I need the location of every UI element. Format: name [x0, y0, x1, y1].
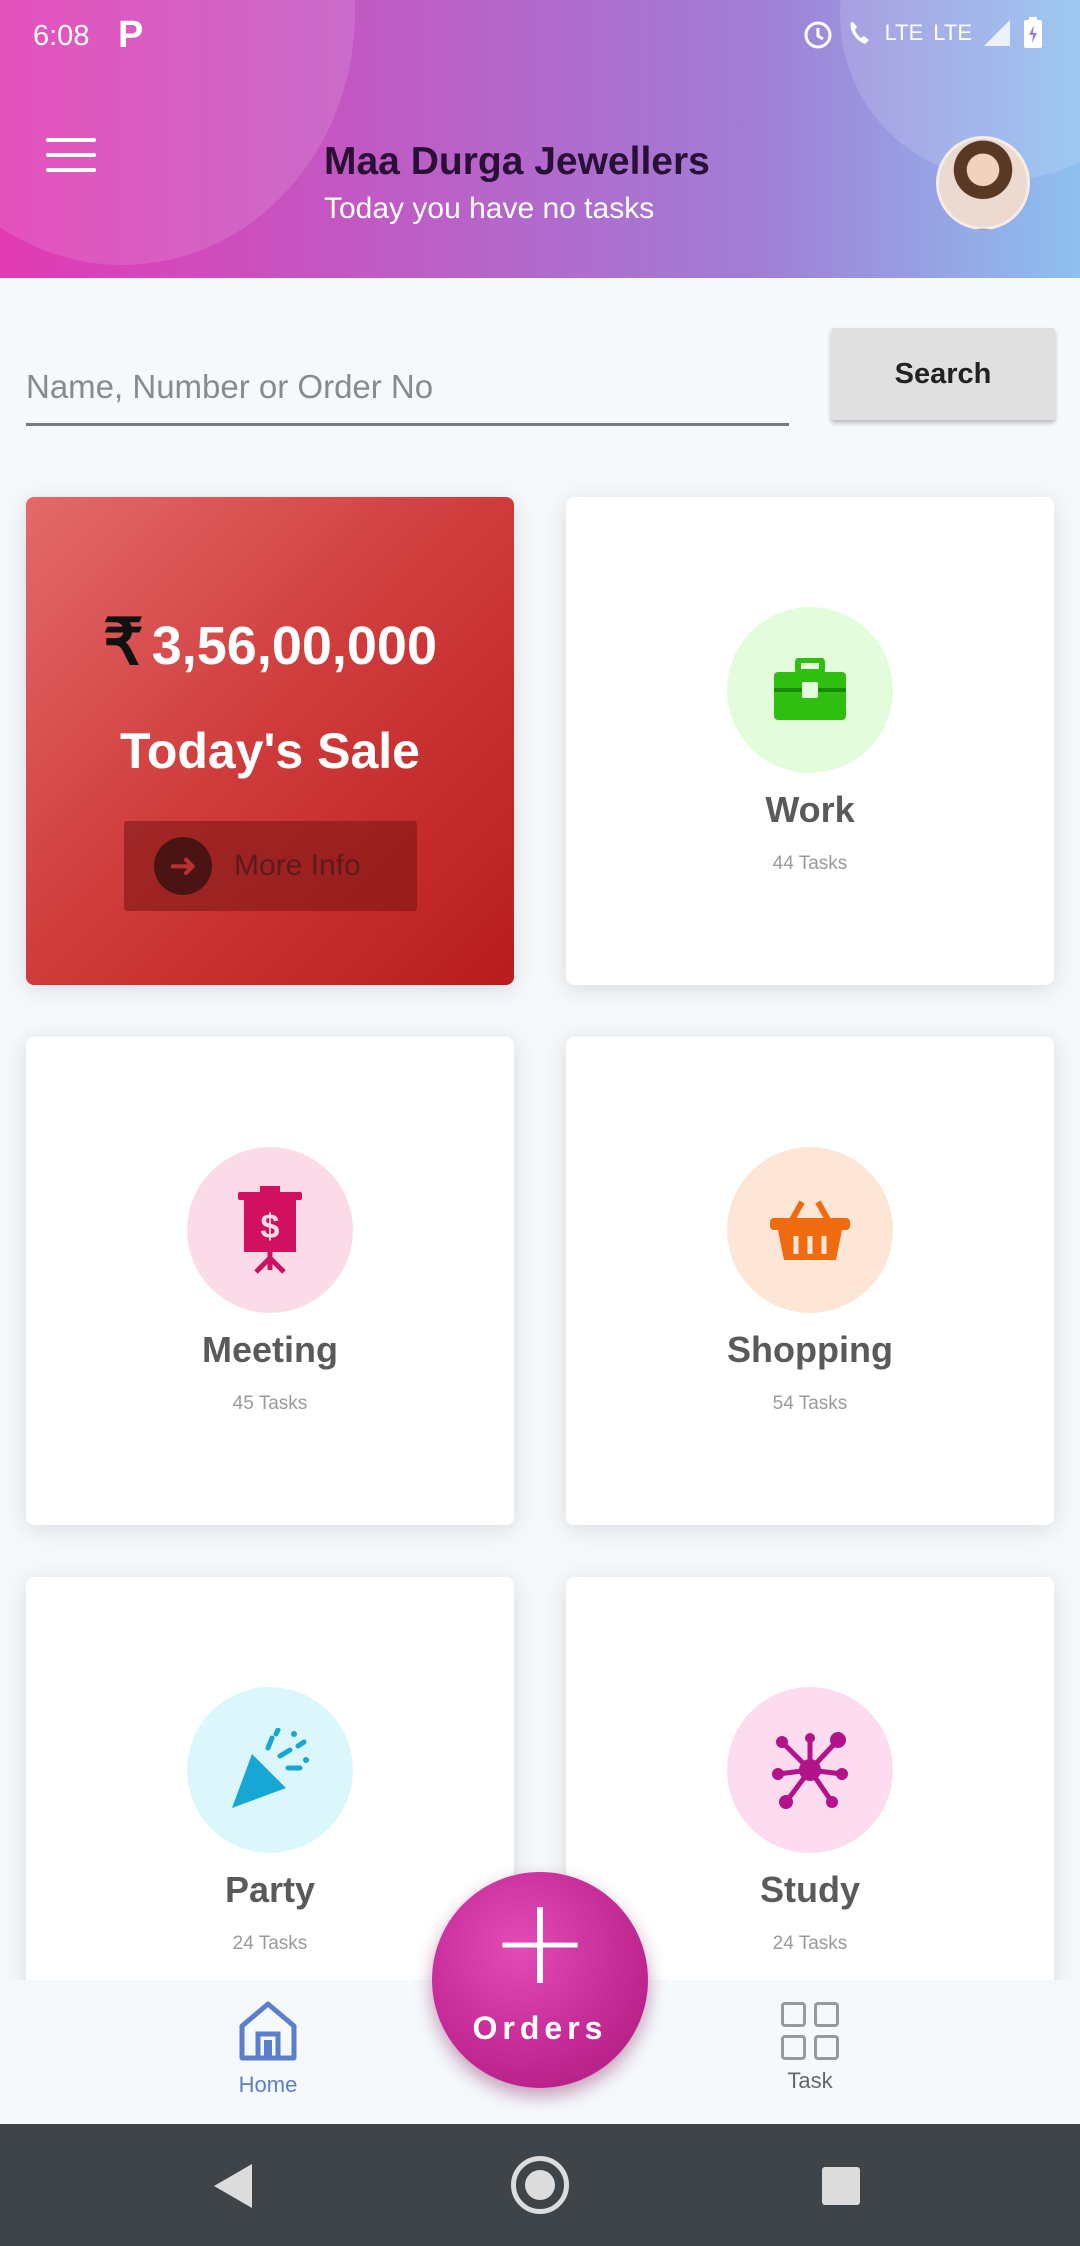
system-navigation-bar — [0, 2124, 1080, 2246]
hamburger-icon — [46, 138, 96, 142]
category-card-shopping[interactable]: Shopping 54 Tasks — [566, 1037, 1054, 1525]
orders-fab-button[interactable]: + Orders — [432, 1872, 648, 2088]
network-type: LTE — [884, 20, 924, 45]
sale-amount: ₹3,56,00,000 — [103, 606, 437, 678]
search-button[interactable]: Search — [831, 328, 1055, 420]
plus-icon: + — [489, 1873, 591, 2012]
category-icon-bg — [727, 1687, 893, 1853]
category-title: Shopping — [727, 1329, 893, 1370]
status-time: 6:08 — [33, 20, 90, 52]
back-icon[interactable] — [214, 2164, 252, 2208]
recent-apps-icon[interactable] — [822, 2167, 860, 2205]
home-circle-icon[interactable] — [511, 2156, 569, 2214]
wifi-call-icon — [850, 22, 869, 44]
category-task-count: 54 Tasks — [772, 1393, 848, 1414]
nav-home-label: Home — [238, 2072, 298, 2097]
page-subtitle: Today you have no tasks — [324, 192, 655, 225]
status-bar: 6:08 P LTE LTE — [0, 0, 1080, 75]
category-task-count: 44 Tasks — [772, 853, 848, 874]
category-icon-bg — [187, 1687, 353, 1853]
arrow-right-icon: ➜ — [154, 837, 212, 895]
briefcase-icon — [774, 658, 846, 720]
avatar[interactable] — [936, 136, 1030, 230]
home-icon — [239, 2001, 297, 2061]
more-info-button[interactable]: ➜ More Info — [124, 821, 417, 911]
page-title: Maa Durga Jewellers — [324, 140, 710, 183]
nav-home[interactable]: Home — [228, 2000, 308, 2098]
category-icon-bg — [727, 607, 893, 773]
category-title: Meeting — [201, 1329, 338, 1370]
menu-button[interactable] — [46, 138, 96, 176]
status-icons: LTE LTE — [801, 16, 1044, 50]
presentation-icon: $ — [238, 1186, 302, 1274]
basket-icon — [770, 1200, 850, 1260]
signal-icon — [984, 20, 1010, 46]
more-info-label: More Info — [234, 849, 361, 882]
todays-sale-card[interactable]: ₹3,56,00,000 Today's Sale ➜ More Info — [26, 497, 514, 985]
sale-label: Today's Sale — [120, 723, 420, 779]
category-card-meeting[interactable]: $ Meeting 45 Tasks — [26, 1037, 514, 1525]
network-type: LTE — [933, 20, 972, 45]
nav-task[interactable]: Task — [770, 2002, 850, 2094]
grid-icon — [781, 2002, 839, 2060]
party-popper-icon — [232, 1728, 309, 1808]
app-header: 6:08 P LTE LTE Maa Durga Jewellers Today… — [0, 0, 1080, 278]
category-card-work[interactable]: Work 44 Tasks — [566, 497, 1054, 985]
category-title: Work — [765, 789, 855, 830]
alarm-icon — [804, 21, 832, 49]
battery-charging-icon — [1024, 17, 1042, 48]
svg-text:$: $ — [261, 1208, 280, 1246]
parking-app-icon: P — [118, 14, 144, 56]
category-icon-bg: $ — [187, 1147, 353, 1313]
fab-label: Orders — [472, 2010, 608, 2046]
category-icon-bg — [727, 1147, 893, 1313]
rupee-icon: ₹ — [103, 606, 144, 678]
category-task-count: 45 Tasks — [232, 1393, 308, 1414]
molecule-icon — [772, 1732, 848, 1809]
nav-task-label: Task — [787, 2068, 833, 2093]
search-input[interactable] — [26, 330, 789, 426]
